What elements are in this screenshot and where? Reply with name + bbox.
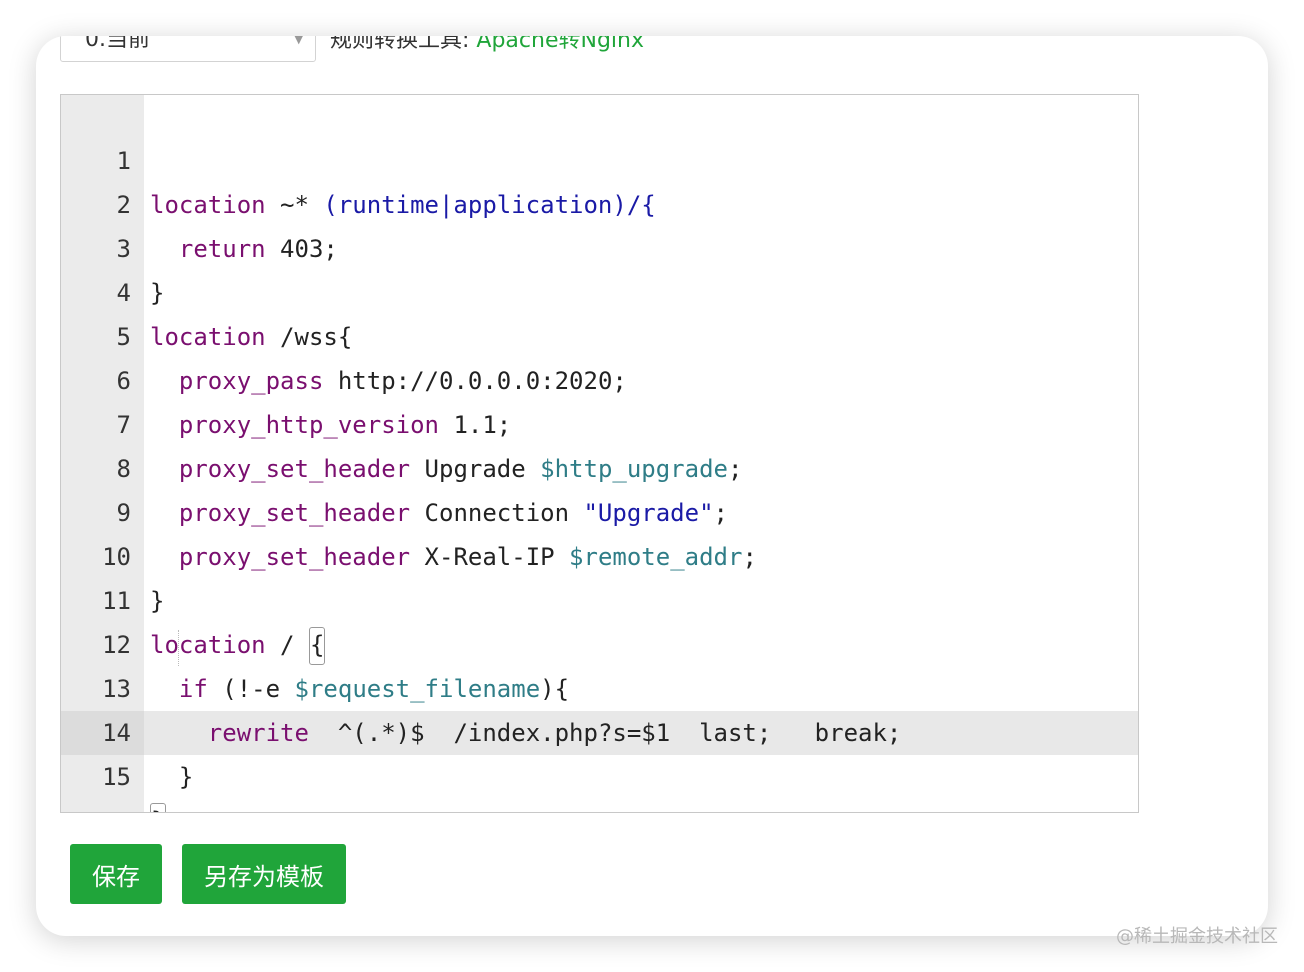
config-version-value: 0.当前 <box>85 36 150 52</box>
config-panel: 0.当前 ▼ 规则转换工具: Apache转Nginx 1 location ~… <box>36 36 1268 936</box>
watermark: @稀土掘金技术社区 <box>1116 926 1278 947</box>
code-line: 2 return 403; <box>61 139 1138 263</box>
line-number: 15 <box>102 763 131 791</box>
code-editor[interactable]: 1 location ~* (runtime|application)/{ 2 … <box>60 94 1139 813</box>
code-line: 3 } <box>61 183 1138 307</box>
code-lines: 1 location ~* (runtime|application)/{ 2 … <box>61 95 1138 812</box>
code-line: 5 proxy_pass http://0.0.0.0:2020; <box>61 271 1138 395</box>
config-version-select[interactable]: 0.当前 ▼ <box>60 36 316 62</box>
code-line: 13 rewrite ^(.*)$ /index.php?s=$1 last; … <box>61 623 1138 747</box>
save-button[interactable]: 保存 <box>70 844 162 904</box>
code-text[interactable]: } <box>150 799 167 812</box>
code-line: 14 } <box>61 667 1138 791</box>
apache-to-nginx-link[interactable]: Apache转Nginx <box>476 36 644 53</box>
chevron-down-icon: ▼ <box>294 36 303 46</box>
rule-convert-label: 规则转换工具: <box>330 36 470 53</box>
code-line: 8 proxy_set_header Connection "Upgrade"; <box>61 403 1138 527</box>
save-as-template-button[interactable]: 另存为模板 <box>182 844 346 904</box>
matched-bracket: } <box>150 803 167 812</box>
code-line: 4 location /wss{ <box>61 227 1138 351</box>
code-line-active: 15 } <box>61 711 1138 812</box>
code-line: 12 if (!-e $request_filename){ <box>61 579 1138 703</box>
code-line: 11 location / { <box>61 535 1138 665</box>
rule-convert-tip: 规则转换工具: Apache转Nginx <box>330 36 644 54</box>
code-line: 7 proxy_set_header Upgrade $http_upgrade… <box>61 359 1138 483</box>
code-line: 6 proxy_http_version 1.1; <box>61 315 1138 439</box>
code-line: 10 } <box>61 491 1138 615</box>
code-line: 9 proxy_set_header X-Real-IP $remote_add… <box>61 447 1138 571</box>
code-line: 1 location ~* (runtime|application)/{ <box>61 95 1138 219</box>
